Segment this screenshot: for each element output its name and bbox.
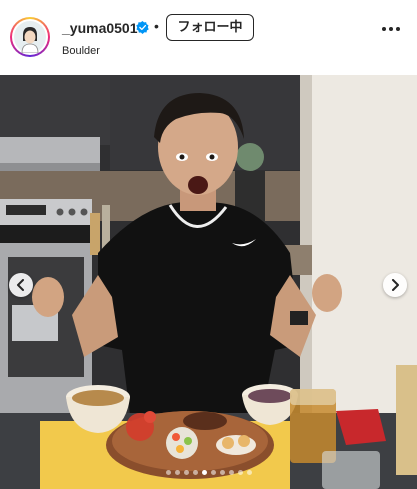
carousel-indicator bbox=[0, 470, 417, 478]
avatar-image bbox=[12, 19, 48, 55]
avatar[interactable] bbox=[10, 17, 50, 57]
carousel-dot bbox=[210, 470, 216, 475]
carousel-dot bbox=[237, 470, 243, 475]
carousel-dot bbox=[183, 470, 189, 475]
chevron-left-icon bbox=[17, 279, 24, 291]
post-photo[interactable] bbox=[0, 75, 417, 489]
carousel-next-button[interactable] bbox=[383, 273, 407, 297]
carousel-dot bbox=[246, 470, 252, 475]
verified-badge-icon bbox=[136, 21, 149, 34]
post-header: _yuma0501 • フォロー中 Boulder bbox=[0, 0, 417, 75]
separator-dot: • bbox=[154, 18, 159, 34]
more-options-icon[interactable] bbox=[380, 24, 402, 34]
following-button[interactable]: フォロー中 bbox=[166, 14, 254, 41]
carousel-dot bbox=[219, 470, 225, 475]
location-link[interactable]: Boulder bbox=[62, 45, 100, 57]
kitchen-dinner-scene-image bbox=[0, 75, 417, 489]
carousel-dot bbox=[201, 470, 207, 475]
chevron-right-icon bbox=[392, 279, 399, 291]
carousel-dot bbox=[174, 470, 180, 475]
carousel-dot bbox=[192, 470, 198, 475]
username-link[interactable]: _yuma0501 bbox=[62, 20, 138, 36]
carousel-prev-button[interactable] bbox=[9, 273, 33, 297]
carousel-dot bbox=[228, 470, 234, 475]
carousel-dot bbox=[165, 470, 171, 475]
